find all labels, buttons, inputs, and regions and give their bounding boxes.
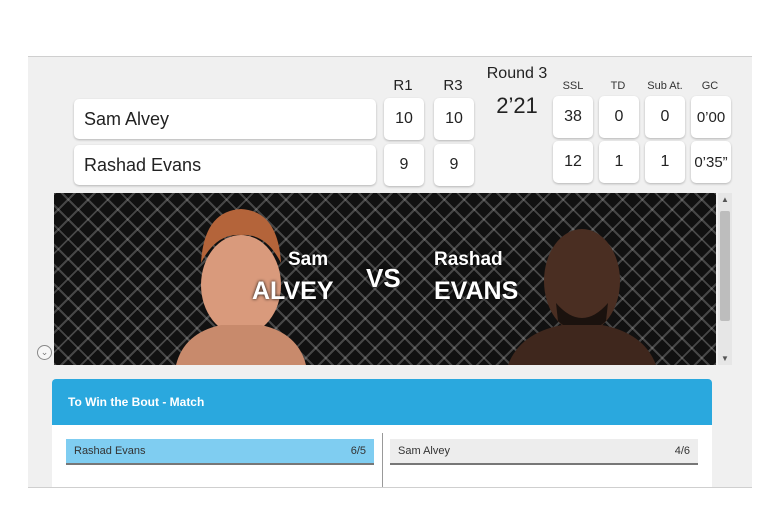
round-label: Round 3 — [486, 65, 548, 82]
banner-vs: VS — [366, 263, 401, 293]
selection-name: Sam Alvey — [398, 445, 450, 457]
fighter-1-sub-attempts: 0 — [645, 96, 685, 138]
market-header[interactable]: To Win the Bout - Match — [52, 379, 712, 425]
header-r3: R3 — [443, 77, 463, 94]
fighter-1-gc: 0’00 — [691, 96, 731, 138]
header-td: TD — [610, 80, 626, 92]
selection-button-sam-alvey[interactable]: Sam Alvey 4/6 — [390, 439, 698, 465]
fighter-1-td: 0 — [599, 96, 639, 138]
selection-name: Rashad Evans — [74, 445, 146, 457]
fighter-2-r1-score: 9 — [384, 144, 424, 186]
chevron-down-icon[interactable]: ⌄ — [37, 345, 52, 360]
market-title: To Win the Bout - Match — [68, 395, 205, 409]
fighter-1-r1-score: 10 — [384, 98, 424, 140]
selection-button-rashad-evans[interactable]: Rashad Evans 6/5 — [66, 439, 374, 465]
scrollbar-thumb[interactable] — [720, 211, 730, 321]
round-clock: 2’21 — [496, 93, 538, 118]
fighter-2-sub-attempts: 1 — [645, 141, 685, 183]
selection-divider — [382, 433, 383, 487]
fighter-name-2: Rashad Evans — [74, 145, 376, 185]
banner-left-last-name: ALVEY — [252, 277, 334, 305]
banner-left-first-name: Sam — [288, 249, 329, 270]
scroll-down-icon[interactable]: ▼ — [718, 354, 732, 363]
scroll-up-icon[interactable]: ▲ — [718, 195, 732, 204]
selection-odds: 4/6 — [674, 445, 690, 457]
header-ssl: SSL — [562, 80, 584, 92]
fighter-2-gc: 0’35” — [691, 141, 731, 183]
banner-scrollbar[interactable]: ▲ ▼ — [718, 193, 732, 365]
fighter-2-r3-score: 9 — [434, 144, 474, 186]
live-bout-panel: R1 R3 Round 3 2’21 SSL TD Sub At. GC Sam… — [28, 56, 752, 488]
banner-right-first-name: Rashad — [434, 249, 503, 270]
header-r1: R1 — [393, 77, 413, 94]
fighter-2-td: 1 — [599, 141, 639, 183]
market-selections: Rashad Evans 6/5 Sam Alvey 4/6 — [52, 425, 712, 487]
fighter-1-ssl: 38 — [553, 96, 593, 138]
fighter-1-r3-score: 10 — [434, 98, 474, 140]
header-gc: GC — [701, 80, 719, 92]
fight-banner: Sam ALVEY VS Rashad EVANS — [54, 193, 716, 365]
fighter-right-portrait — [508, 229, 656, 365]
fighter-2-ssl: 12 — [553, 141, 593, 183]
header-sub-attempts: Sub At. — [647, 80, 683, 92]
banner-right-last-name: EVANS — [434, 277, 519, 305]
fighter-name-1: Sam Alvey — [74, 99, 376, 139]
selection-odds: 6/5 — [350, 445, 366, 457]
